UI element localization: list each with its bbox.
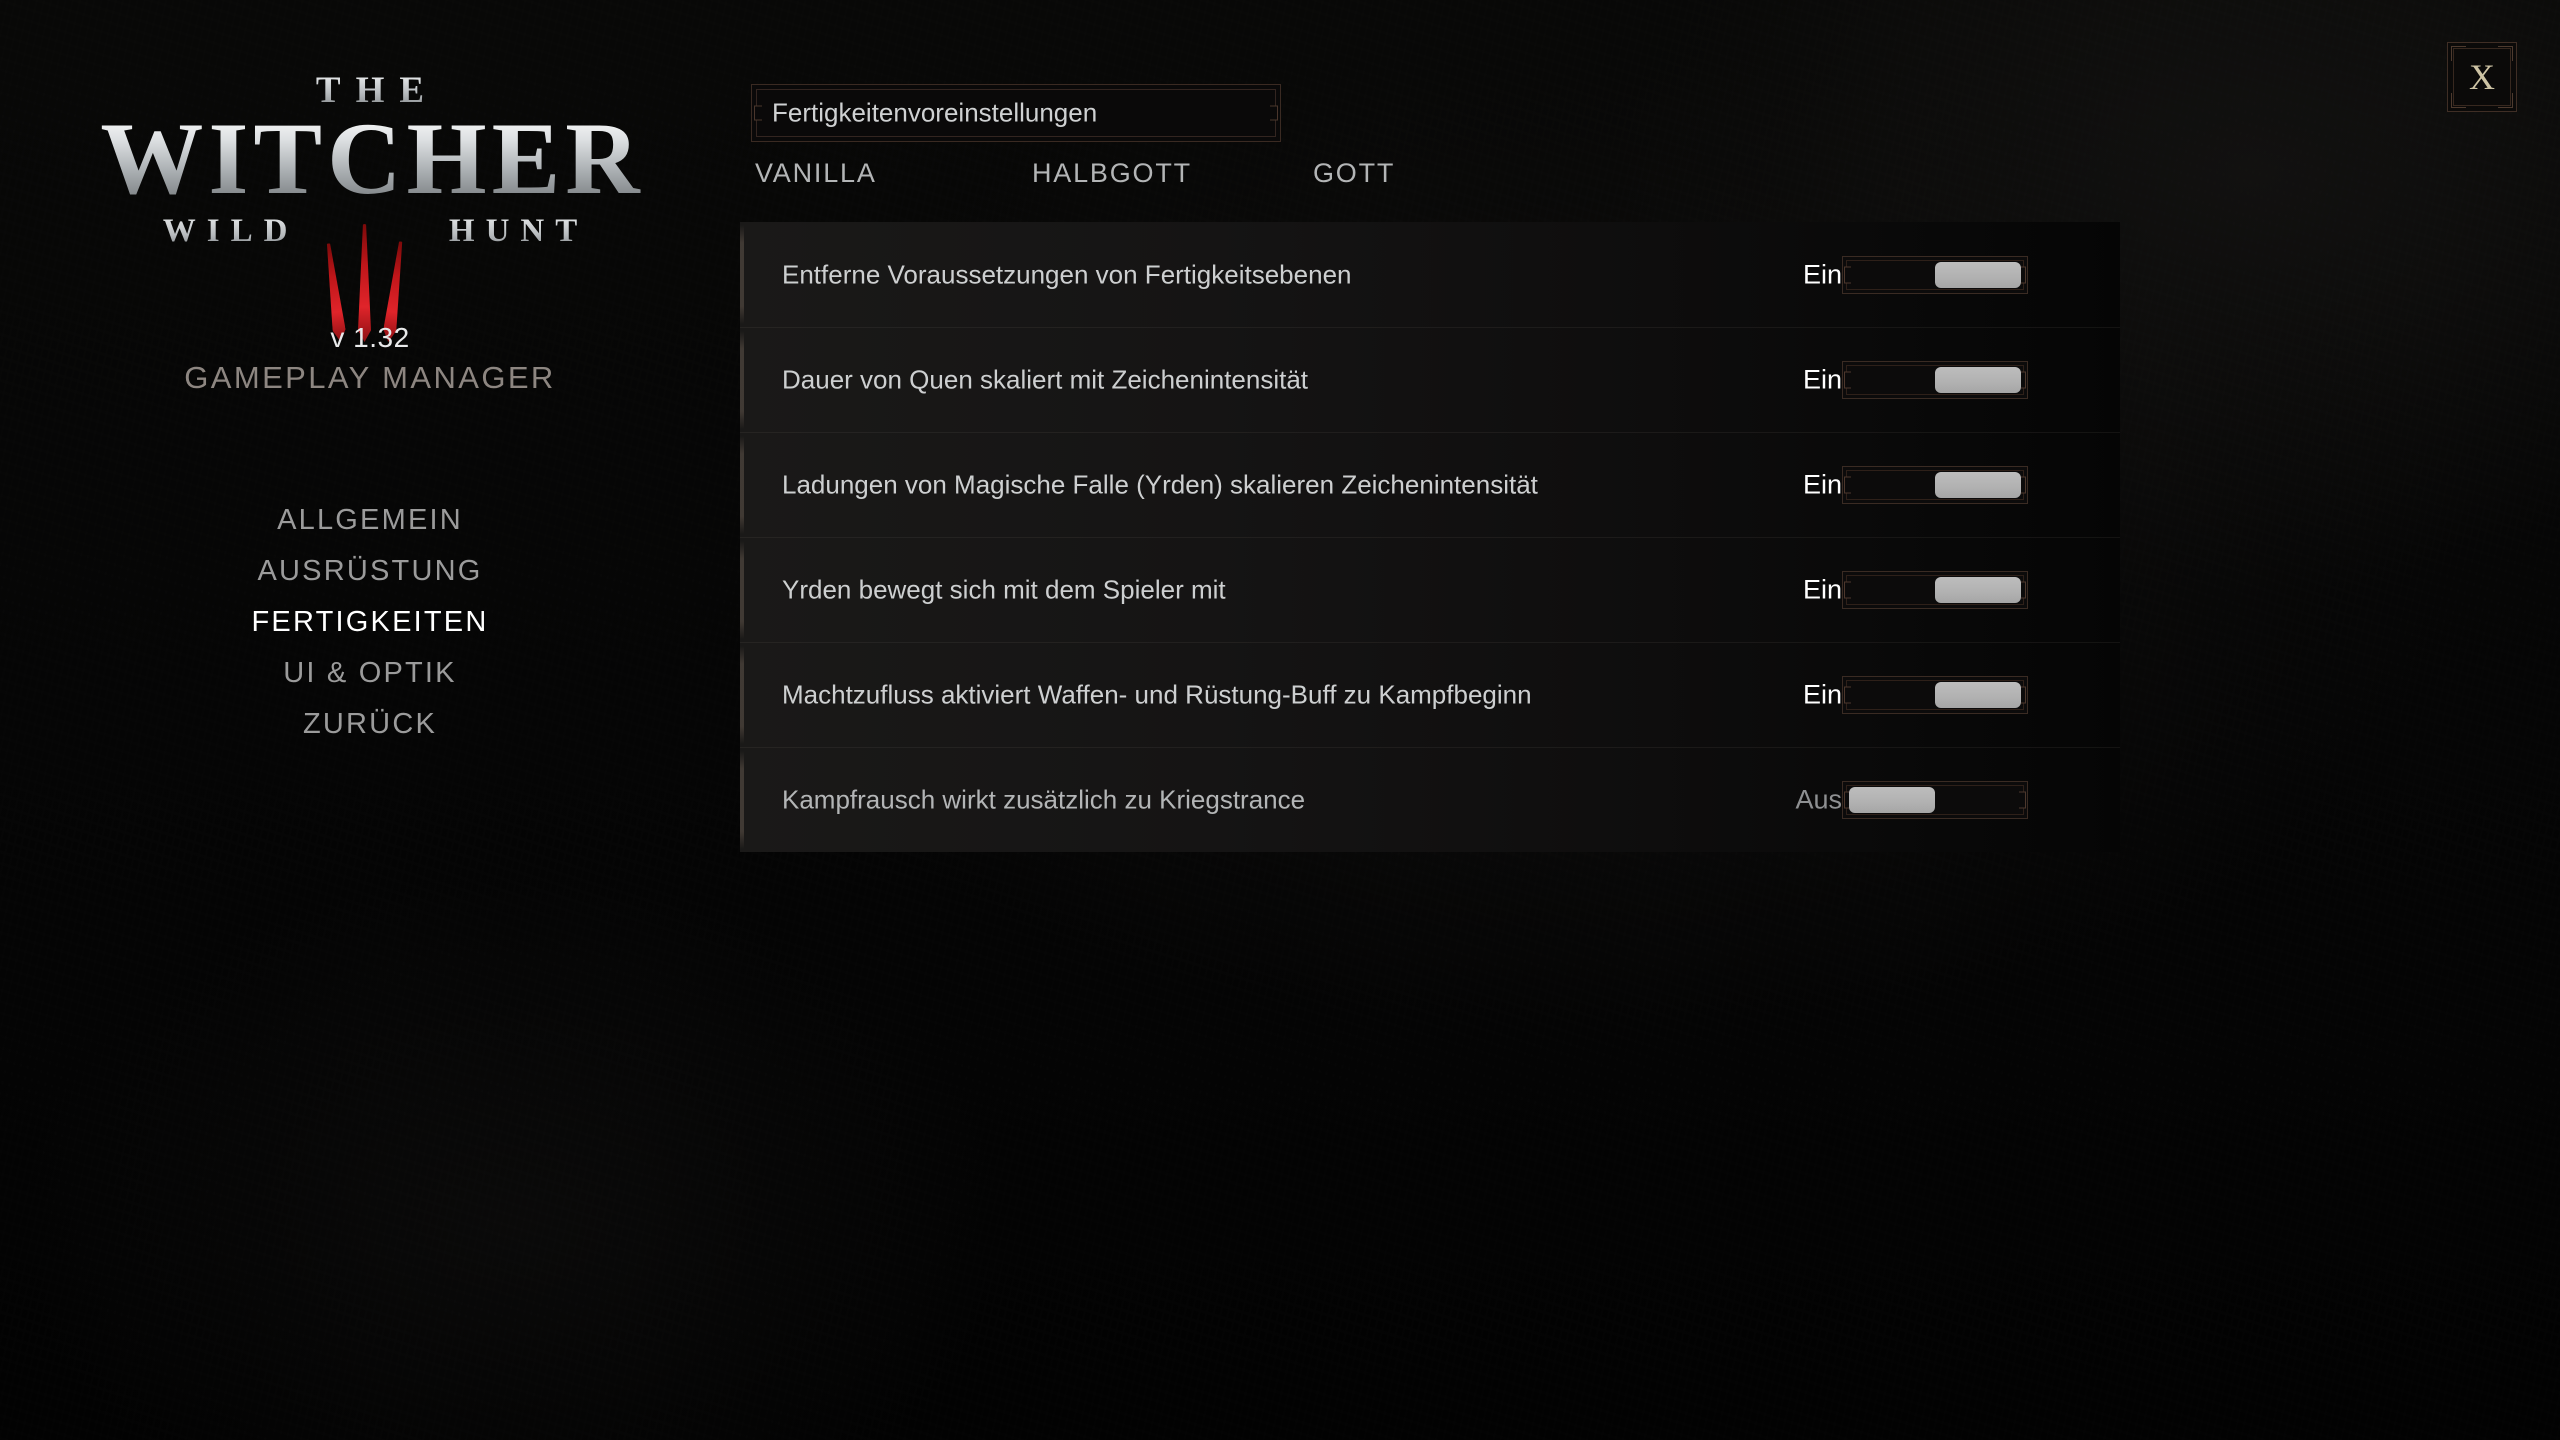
toggle-knob <box>1935 682 2021 708</box>
setting-toggle[interactable] <box>1842 781 2028 819</box>
toggle-left-notch <box>1844 371 1851 389</box>
toggle-left-notch <box>1844 476 1851 494</box>
setting-state-label: Ein <box>1802 469 1842 500</box>
toggle-left-notch <box>1844 581 1851 599</box>
logo-witcher-text: WITCHER <box>0 108 740 211</box>
sidebar: THE WITCHER WILD HUNT v 1.32 GAMEPLAY MA… <box>0 0 740 1440</box>
sidebar-item-fertigkeiten[interactable]: FERTIGKEITEN <box>0 597 740 648</box>
toggle-knob <box>1935 367 2021 393</box>
tab-halbgott[interactable]: HALBGOTT <box>1032 158 1192 189</box>
toggle-knob <box>1935 472 2021 498</box>
logo-hunt-text: HUNT <box>448 212 589 249</box>
settings-row[interactable]: Entferne Voraussetzungen von Fertigkeits… <box>740 222 2120 327</box>
preset-selector-left-notch <box>754 105 762 121</box>
setting-state-label: Aus <box>1795 784 1842 815</box>
close-icon: X <box>2469 57 2495 97</box>
setting-label: Ladungen von Magische Falle (Yrden) skal… <box>782 469 1538 500</box>
setting-toggle[interactable] <box>1842 361 2028 399</box>
toggle-knob <box>1849 787 1935 813</box>
settings-row[interactable]: Kampfrausch wirkt zusätzlich zu Kriegstr… <box>740 747 2120 852</box>
setting-state-label: Ein <box>1802 679 1842 710</box>
toggle-left-notch <box>1844 266 1851 283</box>
setting-toggle[interactable] <box>1842 255 2028 294</box>
toggle-knob <box>1935 577 2021 603</box>
settings-row[interactable]: Machtzufluss aktiviert Waffen- und Rüstu… <box>740 642 2120 747</box>
sidebar-item-ausruestung[interactable]: AUSRÜSTUNG <box>0 546 740 597</box>
setting-state-label: Ein <box>1802 259 1842 289</box>
page-title: GAMEPLAY MANAGER <box>184 360 556 395</box>
game-logo: THE WITCHER WILD HUNT <box>0 72 740 250</box>
setting-toggle[interactable] <box>1842 466 2028 504</box>
setting-label: Yrden bewegt sich mit dem Spieler mit <box>782 574 1226 605</box>
toggle-knob <box>1935 261 2021 288</box>
setting-state-label: Ein <box>1802 364 1842 395</box>
main-content: Fertigkeitenvoreinstellungen VANILLA HAL… <box>740 0 2560 1440</box>
setting-toggle[interactable] <box>1842 676 2028 714</box>
setting-label: Machtzufluss aktiviert Waffen- und Rüstu… <box>782 679 1532 710</box>
tab-gott[interactable]: GOTT <box>1313 158 1395 189</box>
sidebar-item-zurueck[interactable]: ZURÜCK <box>0 699 740 750</box>
tab-vanilla[interactable]: VANILLA <box>755 158 877 189</box>
settings-list: Entferne Voraussetzungen von Fertigkeits… <box>740 222 2120 852</box>
preset-selector[interactable]: Fertigkeitenvoreinstellungen <box>751 84 1281 142</box>
setting-label: Entferne Voraussetzungen von Fertigkeits… <box>782 259 1352 289</box>
settings-row[interactable]: Dauer von Quen skaliert mit Zeicheninten… <box>740 327 2120 432</box>
setting-state-label: Ein <box>1802 574 1842 605</box>
close-button[interactable]: X <box>2447 42 2517 112</box>
setting-label: Kampfrausch wirkt zusätzlich zu Kriegstr… <box>782 784 1306 815</box>
sidebar-item-ui-optik[interactable]: UI & OPTIK <box>0 648 740 699</box>
toggle-left-notch <box>1844 686 1851 704</box>
toggle-right-notch <box>2019 791 2026 809</box>
settings-row[interactable]: Ladungen von Magische Falle (Yrden) skal… <box>740 432 2120 537</box>
setting-toggle[interactable] <box>1842 571 2028 609</box>
preset-selector-value: Fertigkeitenvoreinstellungen <box>772 97 1098 128</box>
settings-row[interactable]: Yrden bewegt sich mit dem Spieler mit Ei… <box>740 537 2120 642</box>
setting-label: Dauer von Quen skaliert mit Zeicheninten… <box>782 364 1309 395</box>
logo-wild-text: WILD <box>162 212 299 249</box>
preset-tabs: VANILLA HALBGOTT GOTT <box>740 158 1840 204</box>
sidebar-item-allgemein[interactable]: ALLGEMEIN <box>0 495 740 546</box>
sidebar-nav: ALLGEMEIN AUSRÜSTUNG FERTIGKEITEN UI & O… <box>0 495 740 750</box>
logo-wild-hunt-text: WILD HUNT <box>0 213 740 250</box>
version-label: v 1.32 <box>330 322 410 353</box>
preset-selector-right-notch <box>1270 105 1278 121</box>
